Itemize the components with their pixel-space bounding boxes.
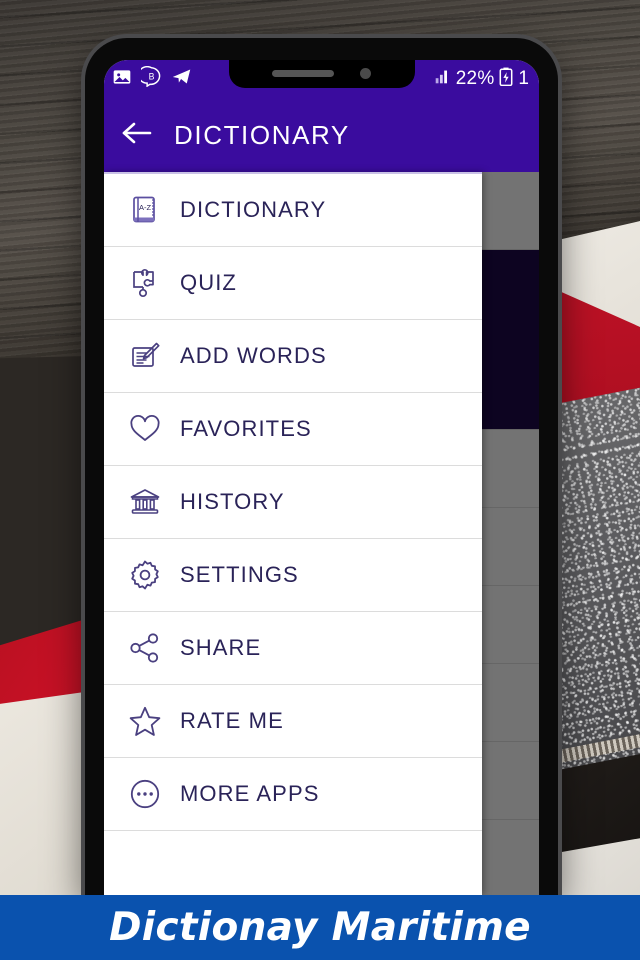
- note-pencil-icon: [126, 337, 164, 375]
- telegram-icon: [171, 66, 192, 92]
- bank-building-icon: [126, 483, 164, 521]
- menu-item-quiz[interactable]: QUIZ: [104, 247, 482, 320]
- menu-item-label: RATE ME: [180, 708, 284, 733]
- menu-item-more-apps[interactable]: MORE APPS: [104, 758, 482, 831]
- page-title: DICTIONARY: [174, 119, 350, 150]
- navigation-drawer: A-Z DICTIONARY QUIZ ADD WORDS FAVORITES …: [104, 172, 482, 895]
- menu-item-history[interactable]: HISTORY: [104, 466, 482, 539]
- back-arrow-icon[interactable]: [120, 119, 152, 152]
- heart-icon: [126, 410, 164, 448]
- menu-item-label: MORE APPS: [180, 781, 320, 806]
- menu-item-label: HISTORY: [180, 489, 285, 514]
- menu-item-settings[interactable]: SETTINGS: [104, 539, 482, 612]
- dictionary-book-icon: A-Z: [126, 191, 164, 229]
- menu-item-label: DICTIONARY: [180, 197, 327, 222]
- menu-item-add-words[interactable]: ADD WORDS: [104, 320, 482, 393]
- phone-mockup: B 22% 1 DICTIONARY A-Z DICTIONARY QUIZ A…: [85, 38, 558, 895]
- signal-bars-icon: [434, 68, 451, 90]
- share-nodes-icon: [126, 629, 164, 667]
- menu-item-share[interactable]: SHARE: [104, 612, 482, 685]
- menu-item-label: ADD WORDS: [180, 343, 327, 368]
- status-bar: B 22% 1: [104, 60, 539, 98]
- menu-item-label: QUIZ: [180, 270, 237, 295]
- image-icon: [112, 67, 132, 92]
- menu-item-dictionary[interactable]: A-Z DICTIONARY: [104, 174, 482, 247]
- banner-title: Dictionay Maritime: [109, 905, 531, 950]
- svg-text:A-Z: A-Z: [139, 203, 152, 212]
- bottom-banner: Dictionay Maritime: [0, 895, 640, 960]
- front-camera: [360, 68, 371, 79]
- gear-icon: [126, 556, 164, 594]
- star-icon: [126, 702, 164, 740]
- menu-item-label: FAVORITES: [180, 416, 312, 441]
- app-bar: DICTIONARY: [104, 98, 539, 172]
- menu-item-empty: [104, 831, 482, 895]
- phone-screen: B 22% 1 DICTIONARY A-Z DICTIONARY QUIZ A…: [104, 60, 539, 895]
- messenger-b-icon: B: [137, 65, 162, 92]
- ellipsis-circle-icon: [126, 775, 164, 813]
- battery-charging-icon: [499, 67, 513, 91]
- puzzle-piece-icon: [126, 264, 164, 302]
- menu-item-label: SHARE: [180, 635, 262, 660]
- clock-label: 1: [518, 68, 529, 89]
- earpiece-speaker: [272, 70, 334, 77]
- menu-item-label: SETTINGS: [180, 562, 299, 587]
- menu-item-rate-me[interactable]: RATE ME: [104, 685, 482, 758]
- menu-item-favorites[interactable]: FAVORITES: [104, 393, 482, 466]
- svg-text:B: B: [149, 72, 155, 82]
- battery-percent-label: 22%: [455, 68, 495, 89]
- phone-notch: [228, 60, 415, 88]
